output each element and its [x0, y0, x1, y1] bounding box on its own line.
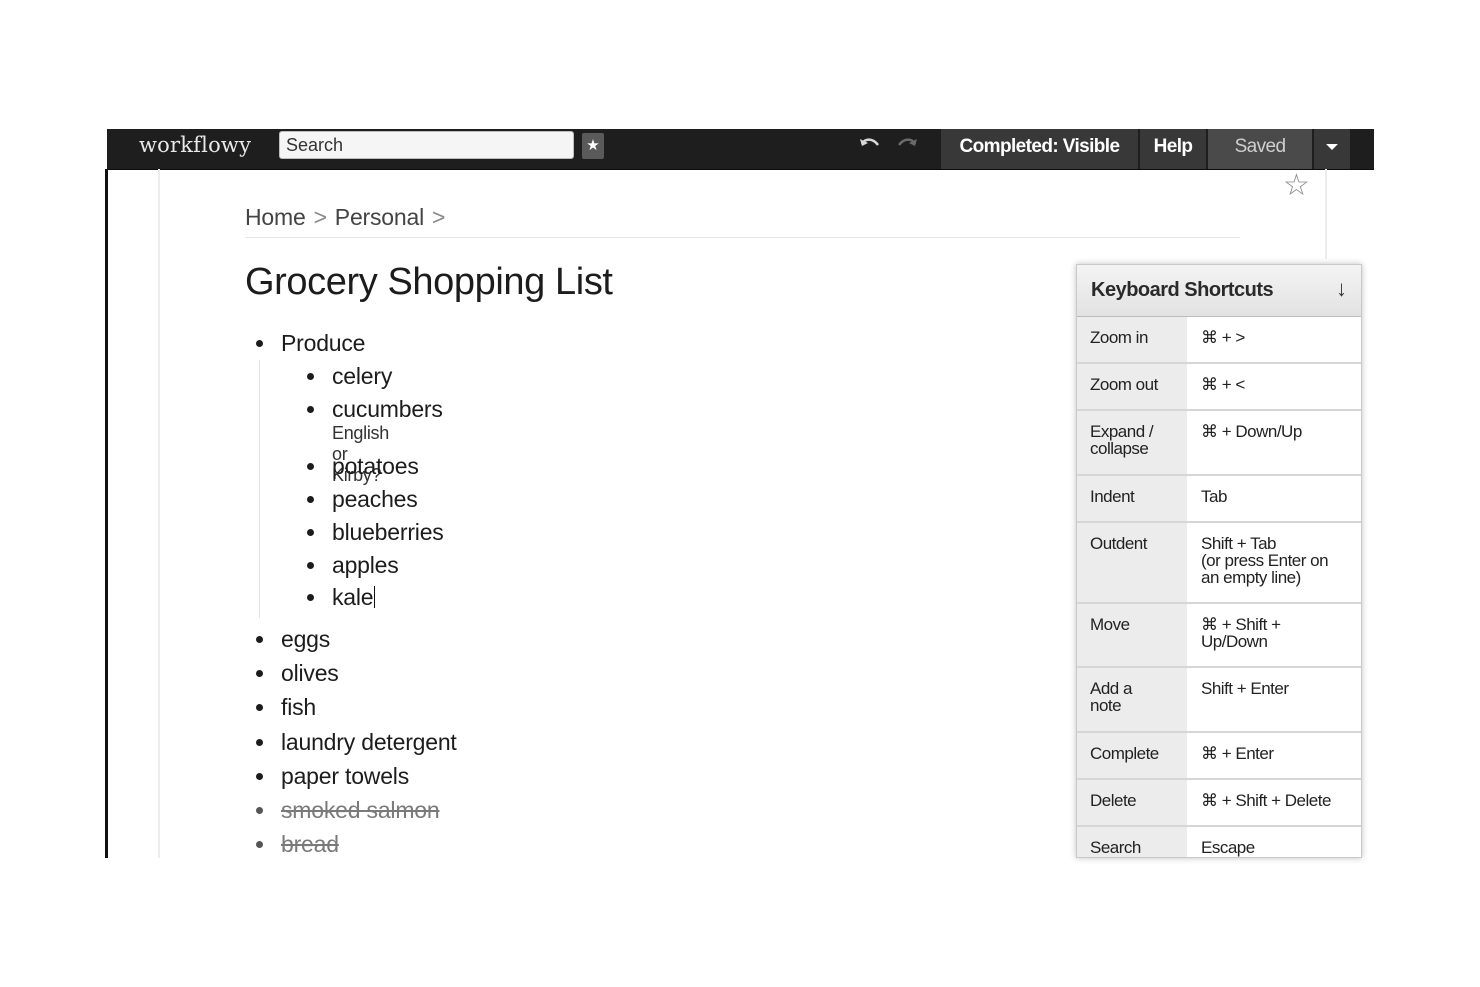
shortcut-keys: Tab: [1201, 487, 1227, 506]
shortcut-row: Add a note Shift + Enter: [1077, 668, 1361, 733]
bullet-icon[interactable]: [256, 636, 263, 643]
shortcut-row: Outdent Shift + Tab (or press Enter on a…: [1077, 523, 1361, 604]
breadcrumb: Home > Personal >: [245, 204, 453, 231]
bullet-icon[interactable]: [256, 704, 263, 711]
shortcut-row: Move ⌘ + Shift + Up/Down: [1077, 604, 1361, 668]
breadcrumb-personal[interactable]: Personal: [335, 204, 424, 230]
bullet-icon[interactable]: [307, 496, 314, 503]
bullet-icon[interactable]: [256, 739, 263, 746]
children-guide-line: [259, 360, 260, 618]
arrow-down-icon[interactable]: ↓: [1336, 276, 1347, 302]
page-right-border: [1325, 169, 1327, 259]
shortcut-keys: Shift + Tab (or press Enter on an empty …: [1201, 534, 1329, 587]
shortcut-keys: ⌘ + Enter: [1201, 744, 1274, 763]
list-item[interactable]: blueberries: [307, 519, 444, 546]
page-title[interactable]: Grocery Shopping List: [245, 261, 613, 304]
list-item[interactable]: cucumbers: [307, 396, 443, 423]
shortcut-row: Complete ⌘ + Enter: [1077, 733, 1361, 780]
menu-dropdown-button[interactable]: [1314, 129, 1350, 169]
shortcut-action: Search: [1077, 827, 1187, 857]
shortcut-action: Zoom out: [1077, 364, 1187, 409]
list-item-completed[interactable]: smoked salmon: [256, 797, 440, 824]
shortcut-row: Zoom in ⌘ + >: [1077, 317, 1361, 364]
shortcut-row: Indent Tab: [1077, 476, 1361, 523]
search-input[interactable]: [279, 131, 574, 159]
list-item[interactable]: celery: [307, 363, 392, 390]
shortcut-keys: ⌘ + >: [1201, 328, 1245, 347]
shortcut-action: Delete: [1077, 780, 1187, 825]
breadcrumb-home[interactable]: Home: [245, 204, 306, 230]
star-outline-icon[interactable]: ☆: [1283, 168, 1310, 203]
shortcut-action: Complete: [1077, 733, 1187, 778]
shortcut-keys: ⌘ + Shift + Delete: [1201, 791, 1331, 810]
breadcrumb-divider: [245, 237, 1240, 238]
bullet-icon[interactable]: [307, 406, 314, 413]
shortcut-keys: ⌘ + Down/Up: [1201, 422, 1302, 441]
shortcut-row: Zoom out ⌘ + <: [1077, 364, 1361, 411]
shortcut-keys: ⌘ + <: [1201, 375, 1245, 394]
window-edge: [105, 169, 108, 858]
shortcut-action: Outdent: [1077, 523, 1187, 602]
starred-pages-button[interactable]: ★: [582, 133, 604, 159]
list-item[interactable]: fish: [256, 694, 316, 721]
redo-arrow-icon[interactable]: [896, 135, 918, 158]
shortcut-row: Delete ⌘ + Shift + Delete: [1077, 780, 1361, 827]
shortcut-action: Indent: [1077, 476, 1187, 521]
shortcut-keys: Escape: [1201, 838, 1255, 857]
bullet-icon[interactable]: [256, 670, 263, 677]
shortcut-keys: Shift + Enter: [1201, 679, 1289, 698]
list-item[interactable]: potatoes: [307, 453, 419, 480]
list-item[interactable]: olives: [256, 660, 339, 687]
keyboard-shortcuts-panel: Keyboard Shortcuts ↓ Zoom in ⌘ + > Zoom …: [1076, 264, 1362, 858]
bullet-icon[interactable]: [307, 373, 314, 380]
shortcut-action: Add a note: [1077, 668, 1187, 731]
bullet-icon[interactable]: [256, 841, 263, 848]
bullet-icon[interactable]: [307, 562, 314, 569]
bullet-icon[interactable]: [307, 463, 314, 470]
page-left-border: [158, 169, 160, 858]
list-item[interactable]: peaches: [307, 486, 418, 513]
shortcut-action: Expand / collapse: [1077, 411, 1187, 474]
help-button[interactable]: Help: [1140, 129, 1206, 169]
bullet-icon[interactable]: [307, 529, 314, 536]
bullet-icon[interactable]: [256, 807, 263, 814]
shortcut-row: Expand / collapse ⌘ + Down/Up: [1077, 411, 1361, 476]
shortcut-row: Search Escape: [1077, 827, 1361, 857]
text-cursor: [374, 586, 376, 608]
keyboard-shortcuts-title: Keyboard Shortcuts: [1091, 279, 1274, 301]
keyboard-shortcuts-header[interactable]: Keyboard Shortcuts ↓: [1077, 265, 1361, 317]
list-item-completed[interactable]: bread: [256, 831, 339, 858]
list-item-editing[interactable]: kale: [307, 584, 376, 611]
list-item[interactable]: paper towels: [256, 763, 409, 790]
breadcrumb-separator: >: [431, 204, 446, 230]
shortcut-action: Zoom in: [1077, 317, 1187, 362]
saved-status: Saved: [1208, 129, 1312, 169]
shortcut-keys: ⌘ + Shift + Up/Down: [1201, 615, 1281, 651]
shortcut-action: Move: [1077, 604, 1187, 666]
bullet-icon[interactable]: [256, 340, 263, 347]
list-item[interactable]: eggs: [256, 626, 330, 653]
bullet-icon[interactable]: [307, 594, 314, 601]
list-item[interactable]: apples: [307, 552, 399, 579]
breadcrumb-separator: >: [313, 204, 327, 230]
list-item[interactable]: Produce: [256, 330, 365, 357]
list-item[interactable]: laundry detergent: [256, 729, 457, 756]
bullet-icon[interactable]: [256, 773, 263, 780]
workflowy-logo[interactable]: workflowy: [139, 133, 251, 157]
top-bar: workflowy ★ Completed: Visible Help Save…: [107, 129, 1374, 170]
completed-visible-toggle[interactable]: Completed: Visible: [941, 129, 1138, 169]
undo-arrow-icon[interactable]: [859, 135, 881, 158]
caret-down-icon: [1326, 143, 1338, 150]
